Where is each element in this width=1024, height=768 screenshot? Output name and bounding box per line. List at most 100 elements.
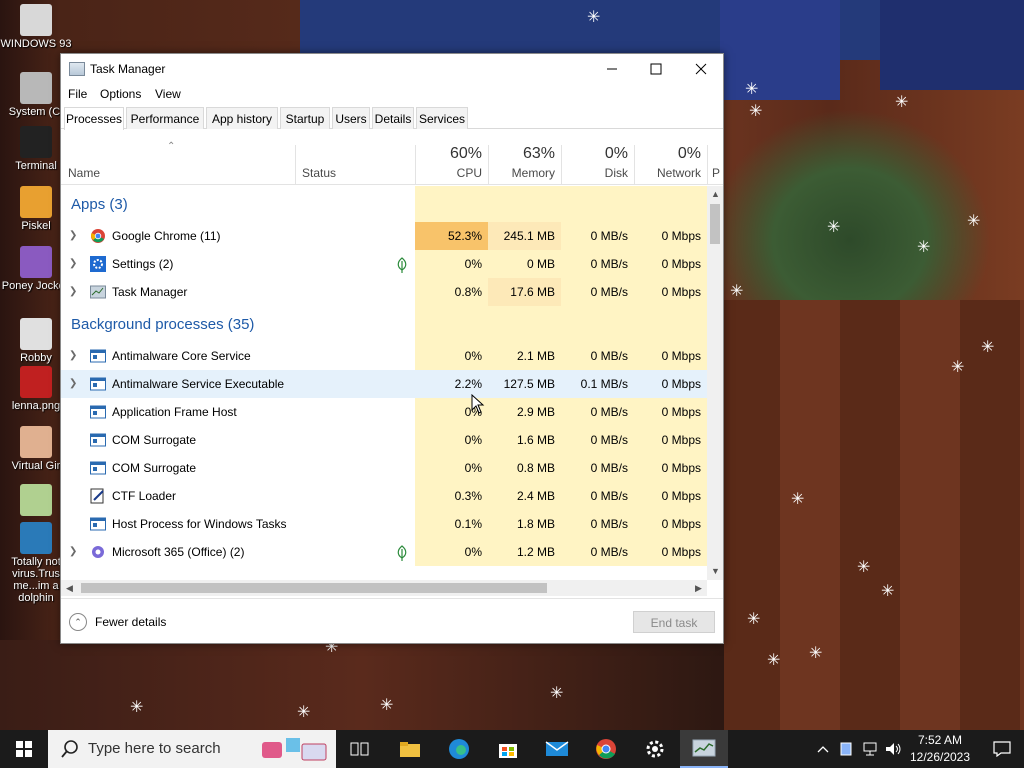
process-row[interactable]: ❯ Antimalware Core Service 0% 2.1 MB 0 MB/s 0… — [61, 342, 707, 370]
process-row[interactable]: ❯ Settings (2) 0% 0 MB 0 MB/s 0 Mbps — [61, 250, 707, 278]
desktop-icon-label: WINDOWS 93 — [0, 38, 72, 50]
chevron-right-icon[interactable]: ❯ — [69, 546, 77, 557]
fewer-details-link[interactable]: Fewer details — [95, 615, 166, 629]
process-row[interactable]: ❯ Google Chrome (11) 52.3% 245.1 MB 0 MB/s 0 … — [61, 222, 707, 250]
column-status[interactable]: Status — [295, 145, 415, 185]
tab-startup[interactable]: Startup — [280, 107, 330, 129]
memory-value: 2.4 MB — [488, 482, 561, 510]
task-view-button[interactable] — [336, 730, 384, 768]
cpu-value: 0.3% — [415, 482, 488, 510]
process-row[interactable]: COM Surrogate 0% 1.6 MB 0 MB/s 0 Mbps — [61, 426, 707, 454]
scroll-left-icon[interactable]: ◀ — [66, 583, 73, 594]
scroll-up-icon[interactable]: ▲ — [711, 189, 720, 199]
scroll-right-icon[interactable]: ▶ — [695, 583, 702, 594]
edge-button[interactable] — [435, 730, 483, 768]
menu-file[interactable]: File — [68, 87, 87, 101]
process-row[interactable]: ❯ Antimalware Service Executable 2.2% 127.5… — [61, 370, 707, 398]
tab-details[interactable]: Details — [372, 107, 414, 129]
menu-view[interactable]: View — [155, 87, 181, 101]
process-row[interactable]: ❯ Microsoft 365 (Office) (2) 0% 1.2 MB 0 MB/… — [61, 538, 707, 566]
chevron-up-icon[interactable]: ⌃ — [69, 613, 87, 631]
network-status[interactable] — [860, 730, 880, 768]
start-button[interactable] — [0, 730, 48, 768]
service-icon — [90, 432, 106, 448]
column-band — [561, 306, 634, 342]
column-cpu[interactable]: 60% CPU — [415, 145, 488, 185]
minimize-button[interactable] — [589, 54, 635, 84]
menu-bar: File Options View — [61, 84, 723, 104]
search-icon — [61, 740, 78, 758]
tab-app-history[interactable]: App history — [206, 107, 278, 129]
task-manager-window: Task Manager File Options View Processes… — [60, 53, 724, 644]
tab-processes[interactable]: Processes — [64, 107, 124, 130]
horizontal-scrollbar[interactable]: ◀ ▶ — [61, 580, 707, 596]
snowflake-icon: ✳ — [981, 339, 995, 356]
network-value: 0 Mbps — [634, 222, 707, 250]
group-header[interactable]: Apps (3) — [61, 186, 707, 222]
column-divider[interactable] — [707, 145, 708, 185]
process-name: Host Process for Windows Tasks — [112, 517, 287, 531]
terminal-icon — [20, 126, 52, 158]
column-band — [561, 186, 634, 222]
process-row[interactable]: ❯ Task Manager 0.8% 17.6 MB 0 MB/s 0 Mbps — [61, 278, 707, 306]
file-explorer-button[interactable] — [386, 730, 434, 768]
network-value: 0 Mbps — [634, 250, 707, 278]
snowflake-icon: ✳ — [917, 239, 931, 256]
maximize-button[interactable] — [633, 54, 679, 84]
volume-control[interactable] — [883, 730, 905, 768]
recycle-bin-icon — [20, 484, 52, 516]
scroll-down-icon[interactable]: ▼ — [711, 566, 720, 576]
close-button[interactable] — [678, 54, 724, 84]
title-bar[interactable]: Task Manager — [61, 54, 723, 84]
show-hidden-icons[interactable] — [814, 730, 832, 768]
cpu-value: 0% — [415, 342, 488, 370]
horizontal-scroll-thumb[interactable] — [81, 583, 547, 593]
service-icon — [90, 348, 106, 364]
process-row[interactable]: Host Process for Windows Tasks 0.1% 1.8 MB… — [61, 510, 707, 538]
search-box[interactable]: Type here to search — [48, 730, 336, 768]
tab-strip: Processes Performance App history Startu… — [61, 107, 723, 130]
wallpaper-window-pane — [880, 0, 1024, 90]
mail-button[interactable] — [533, 730, 581, 768]
column-band — [415, 306, 488, 342]
action-center-button[interactable] — [980, 730, 1024, 768]
wallpaper-door — [720, 300, 1024, 730]
vertical-scrollbar[interactable]: ▲ ▼ — [707, 186, 723, 580]
network-value: 0 Mbps — [634, 538, 707, 566]
column-memory[interactable]: 63% Memory — [488, 145, 561, 185]
chevron-right-icon[interactable]: ❯ — [69, 350, 77, 361]
tab-services[interactable]: Services — [416, 107, 468, 129]
settings-button[interactable] — [631, 730, 679, 768]
column-power[interactable]: P — [709, 145, 723, 185]
chrome-button[interactable] — [582, 730, 630, 768]
chevron-right-icon[interactable]: ❯ — [69, 378, 77, 389]
process-name: COM Surrogate — [112, 461, 197, 475]
tray-app[interactable] — [837, 730, 855, 768]
column-network[interactable]: 0% Network — [634, 145, 707, 185]
end-task-button[interactable]: End task — [633, 611, 715, 633]
chevron-right-icon[interactable]: ❯ — [69, 230, 77, 241]
process-row[interactable]: COM Surrogate 0% 0.8 MB 0 MB/s 0 Mbps — [61, 454, 707, 482]
wallpaper-floor — [0, 640, 724, 730]
tab-users[interactable]: Users — [332, 107, 370, 129]
task-manager-taskbar-button[interactable] — [680, 730, 728, 768]
process-row[interactable]: Application Frame Host 0% 2.9 MB 0 MB/s 0 Mb… — [61, 398, 707, 426]
cpu-value: 0% — [415, 250, 488, 278]
vertical-scroll-thumb[interactable] — [710, 204, 720, 244]
desktop-icon-windows93[interactable]: WINDOWS 93 — [0, 4, 72, 50]
column-name[interactable]: Name — [61, 145, 295, 185]
chevron-right-icon[interactable]: ❯ — [69, 258, 77, 269]
snowflake-icon: ✳ — [749, 103, 763, 120]
menu-options[interactable]: Options — [100, 87, 141, 101]
chevron-right-icon[interactable]: ❯ — [69, 286, 77, 297]
clock[interactable]: 7:52 AM 12/26/2023 — [908, 732, 972, 766]
process-row[interactable]: CTF Loader 0.3% 2.4 MB 0 MB/s 0 Mbps — [61, 482, 707, 510]
store-button[interactable] — [484, 730, 532, 768]
snowflake-icon: ✳ — [730, 283, 744, 300]
snowflake-icon: ✳ — [767, 652, 781, 669]
group-header[interactable]: Background processes (35) — [61, 306, 707, 342]
tab-performance[interactable]: Performance — [126, 107, 204, 129]
column-disk[interactable]: 0% Disk — [561, 145, 634, 185]
clock-date: 12/26/2023 — [909, 750, 971, 764]
column-header: ⌃ Name Status 60% CPU 63% Memory 0% Disk… — [61, 141, 723, 185]
